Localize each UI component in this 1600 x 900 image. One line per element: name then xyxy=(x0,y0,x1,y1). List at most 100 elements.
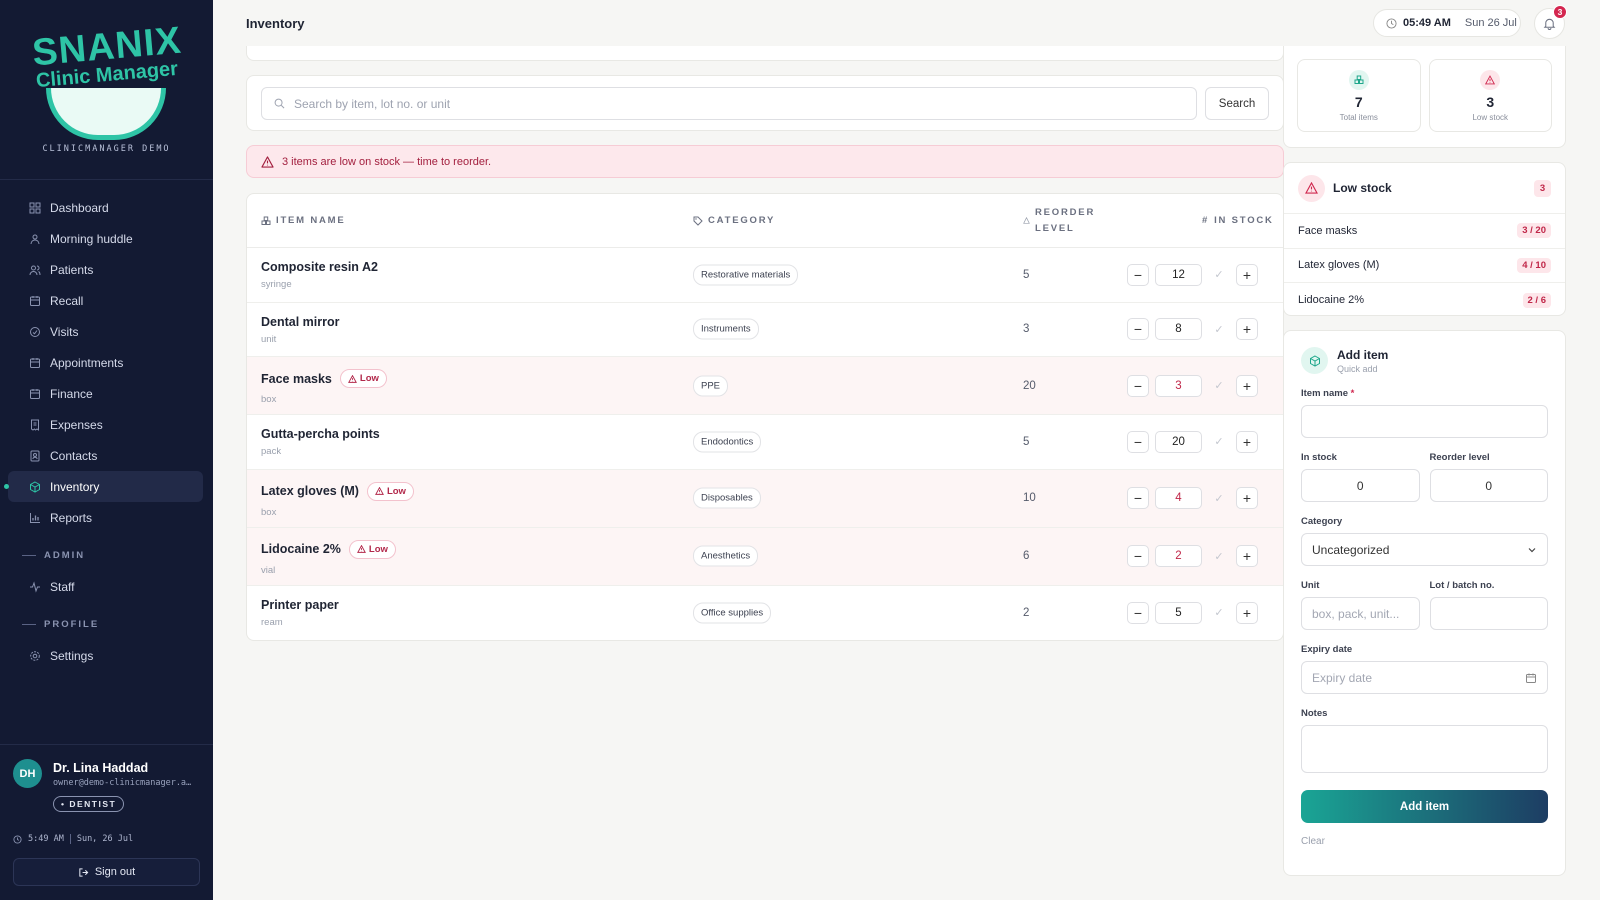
increment-button[interactable]: + xyxy=(1236,374,1258,397)
add-item-header: Add item Quick add xyxy=(1301,347,1548,374)
item-unit: ream xyxy=(261,616,283,628)
check-icon[interactable]: ✓ xyxy=(1208,318,1230,340)
low-badge-label: Low xyxy=(368,543,388,555)
item-name-text: Gutta-percha points xyxy=(261,427,380,441)
check-icon[interactable]: ✓ xyxy=(1208,487,1230,509)
inventory-icon xyxy=(28,480,41,493)
item-name: Printer paper xyxy=(261,598,339,612)
decrement-button[interactable]: − xyxy=(1127,374,1149,397)
check-icon[interactable]: ✓ xyxy=(1208,431,1230,453)
stock-input[interactable]: 4 xyxy=(1155,487,1202,509)
reorder-level: 2 xyxy=(1023,606,1030,619)
sidebar-item-reports[interactable]: Reports xyxy=(8,502,203,533)
sidebar-item-visits[interactable]: Visits xyxy=(8,316,203,347)
check-icon[interactable]: ✓ xyxy=(1208,264,1230,286)
table-row[interactable]: Latex gloves (M) Low box Disposables 10 −4 ✓ + xyxy=(247,469,1283,528)
low-badge-label: Low xyxy=(386,485,406,497)
topbar: Inventory 05:49 AM Sun 26 Jul 3 xyxy=(213,0,1600,46)
decrement-button[interactable]: − xyxy=(1127,318,1149,341)
table-row[interactable]: Face masks Low box PPE 20 −3 ✓ + xyxy=(247,357,1283,415)
sign-out-icon xyxy=(79,867,89,877)
reorder-level: 20 xyxy=(1023,379,1036,392)
stock-input[interactable]: 8 xyxy=(1155,318,1202,341)
logo-caption: CLINICMANAGER DEMO xyxy=(42,143,171,154)
increment-button[interactable]: + xyxy=(1236,430,1258,453)
stock-input[interactable]: 3 xyxy=(1155,374,1202,397)
increment-button[interactable]: + xyxy=(1236,318,1258,341)
sidebar-item-settings[interactable]: Settings xyxy=(8,640,203,671)
stock-input[interactable]: 20 xyxy=(1155,430,1202,453)
item-name-text: Dental mirror xyxy=(261,314,340,329)
sidebar-item-dashboard[interactable]: Dashboard xyxy=(8,192,203,223)
activity-icon xyxy=(28,580,41,593)
item-name-text: Printer paper xyxy=(261,597,339,612)
sidebar-item-morning-huddle[interactable]: Morning huddle xyxy=(8,223,203,254)
stock-input[interactable]: 2 xyxy=(1155,545,1202,567)
column-header-category[interactable]: CATEGORY xyxy=(693,215,775,226)
stock-input[interactable]: 12 xyxy=(1155,263,1202,286)
column-header-stock[interactable]: # IN STOCK xyxy=(1202,215,1274,226)
low-stock-item[interactable]: Lidocaine 2% 2 / 6 xyxy=(1284,283,1565,315)
sidebar-item-expenses[interactable]: Expenses xyxy=(8,409,203,440)
check-icon[interactable]: ✓ xyxy=(1208,602,1230,624)
decrement-button[interactable]: − xyxy=(1127,487,1149,509)
increment-button[interactable]: + xyxy=(1236,601,1258,624)
search-input[interactable]: Search by item, lot no. or unit xyxy=(261,87,1197,120)
package-icon xyxy=(1301,347,1328,374)
add-item-button[interactable]: Add item xyxy=(1301,790,1548,823)
stock-stepper: −20 ✓ + xyxy=(1127,430,1258,453)
sidebar-item-contacts[interactable]: Contacts xyxy=(8,440,203,471)
search-button[interactable]: Search xyxy=(1205,87,1269,120)
table-row[interactable]: Dental mirror unit Instruments 3 −8 ✓ + xyxy=(247,303,1283,357)
alert-text: 3 items are low on stock — time to reord… xyxy=(282,155,492,168)
increment-button[interactable]: + xyxy=(1236,263,1258,286)
low-stock-item[interactable]: Face masks 3 / 20 xyxy=(1284,214,1565,249)
increment-button[interactable]: + xyxy=(1236,545,1258,567)
table-row[interactable]: Composite resin A2 syringe Restorative mat… xyxy=(247,248,1283,303)
sidebar-item-staff[interactable]: Staff xyxy=(8,571,203,602)
sign-out-button[interactable]: Sign out xyxy=(13,858,200,886)
item-name-text: Composite resin A2 xyxy=(261,260,378,274)
sidebar-item-finance[interactable]: Finance xyxy=(8,378,203,409)
huddle-icon xyxy=(28,232,41,245)
low-stock-item-name: Latex gloves (M) xyxy=(1298,259,1380,272)
table-row[interactable]: Printer paper ream Office supplies 2 −5 ✓ + xyxy=(247,586,1283,641)
low-stock-item[interactable]: Latex gloves (M) 4 / 10 xyxy=(1284,249,1565,283)
expiry-placeholder: Expiry date xyxy=(1312,670,1373,685)
calendar-icon[interactable] xyxy=(1525,672,1537,684)
column-header-item[interactable]: ITEM NAME xyxy=(261,215,346,226)
decrement-button[interactable]: − xyxy=(1127,430,1149,453)
notes-textarea[interactable] xyxy=(1301,725,1548,773)
logo[interactable]: SNANIX Clinic Manager CLINICMANAGER DEMO xyxy=(0,0,213,180)
in-stock-input[interactable]: 0 xyxy=(1301,469,1420,502)
decrement-button[interactable]: − xyxy=(1127,545,1149,567)
sidebar-item-recall[interactable]: Recall xyxy=(8,285,203,316)
reorder-level-input[interactable]: 0 xyxy=(1429,469,1548,502)
user-row[interactable]: DH Dr. Lina Haddad owner@demo-clinicmana… xyxy=(13,759,201,788)
sidebar-item-patients[interactable]: Patients xyxy=(8,254,203,285)
decrement-button[interactable]: − xyxy=(1127,601,1149,624)
clear-button[interactable]: Clear xyxy=(1301,836,1548,847)
category-select[interactable]: Uncategorized xyxy=(1301,533,1548,566)
sidebar-item-appointments[interactable]: Appointments xyxy=(8,347,203,378)
role-badge: • DENTIST xyxy=(53,796,125,812)
warning-icon xyxy=(1480,69,1501,90)
unit-input[interactable]: box, pack, unit... xyxy=(1301,597,1420,630)
sidebar-item-label: Dashboard xyxy=(50,200,109,215)
table-row[interactable]: Lidocaine 2% Low vial Anesthetics 6 −2 ✓ + xyxy=(247,527,1283,586)
expiry-date-input[interactable]: Expiry date xyxy=(1301,661,1548,694)
avatar[interactable]: DH xyxy=(13,759,42,788)
unit-label: Unit xyxy=(1301,580,1320,591)
table-row[interactable]: Gutta-percha points pack Endodontics 5 −20 ✓ + xyxy=(247,415,1283,470)
sidebar-time: 5:49 AM xyxy=(28,834,64,844)
notifications-button[interactable]: 3 xyxy=(1534,5,1567,39)
item-name-input[interactable] xyxy=(1301,405,1548,438)
check-icon[interactable]: ✓ xyxy=(1208,375,1230,397)
lot-input[interactable] xyxy=(1429,597,1548,630)
check-icon[interactable]: ✓ xyxy=(1208,545,1230,567)
column-header-reorder[interactable]: REORDER LEVEL xyxy=(1023,205,1095,237)
increment-button[interactable]: + xyxy=(1236,487,1258,509)
decrement-button[interactable]: − xyxy=(1127,263,1149,286)
stock-input[interactable]: 5 xyxy=(1155,601,1202,624)
sidebar-item-inventory[interactable]: Inventory xyxy=(4,471,203,502)
